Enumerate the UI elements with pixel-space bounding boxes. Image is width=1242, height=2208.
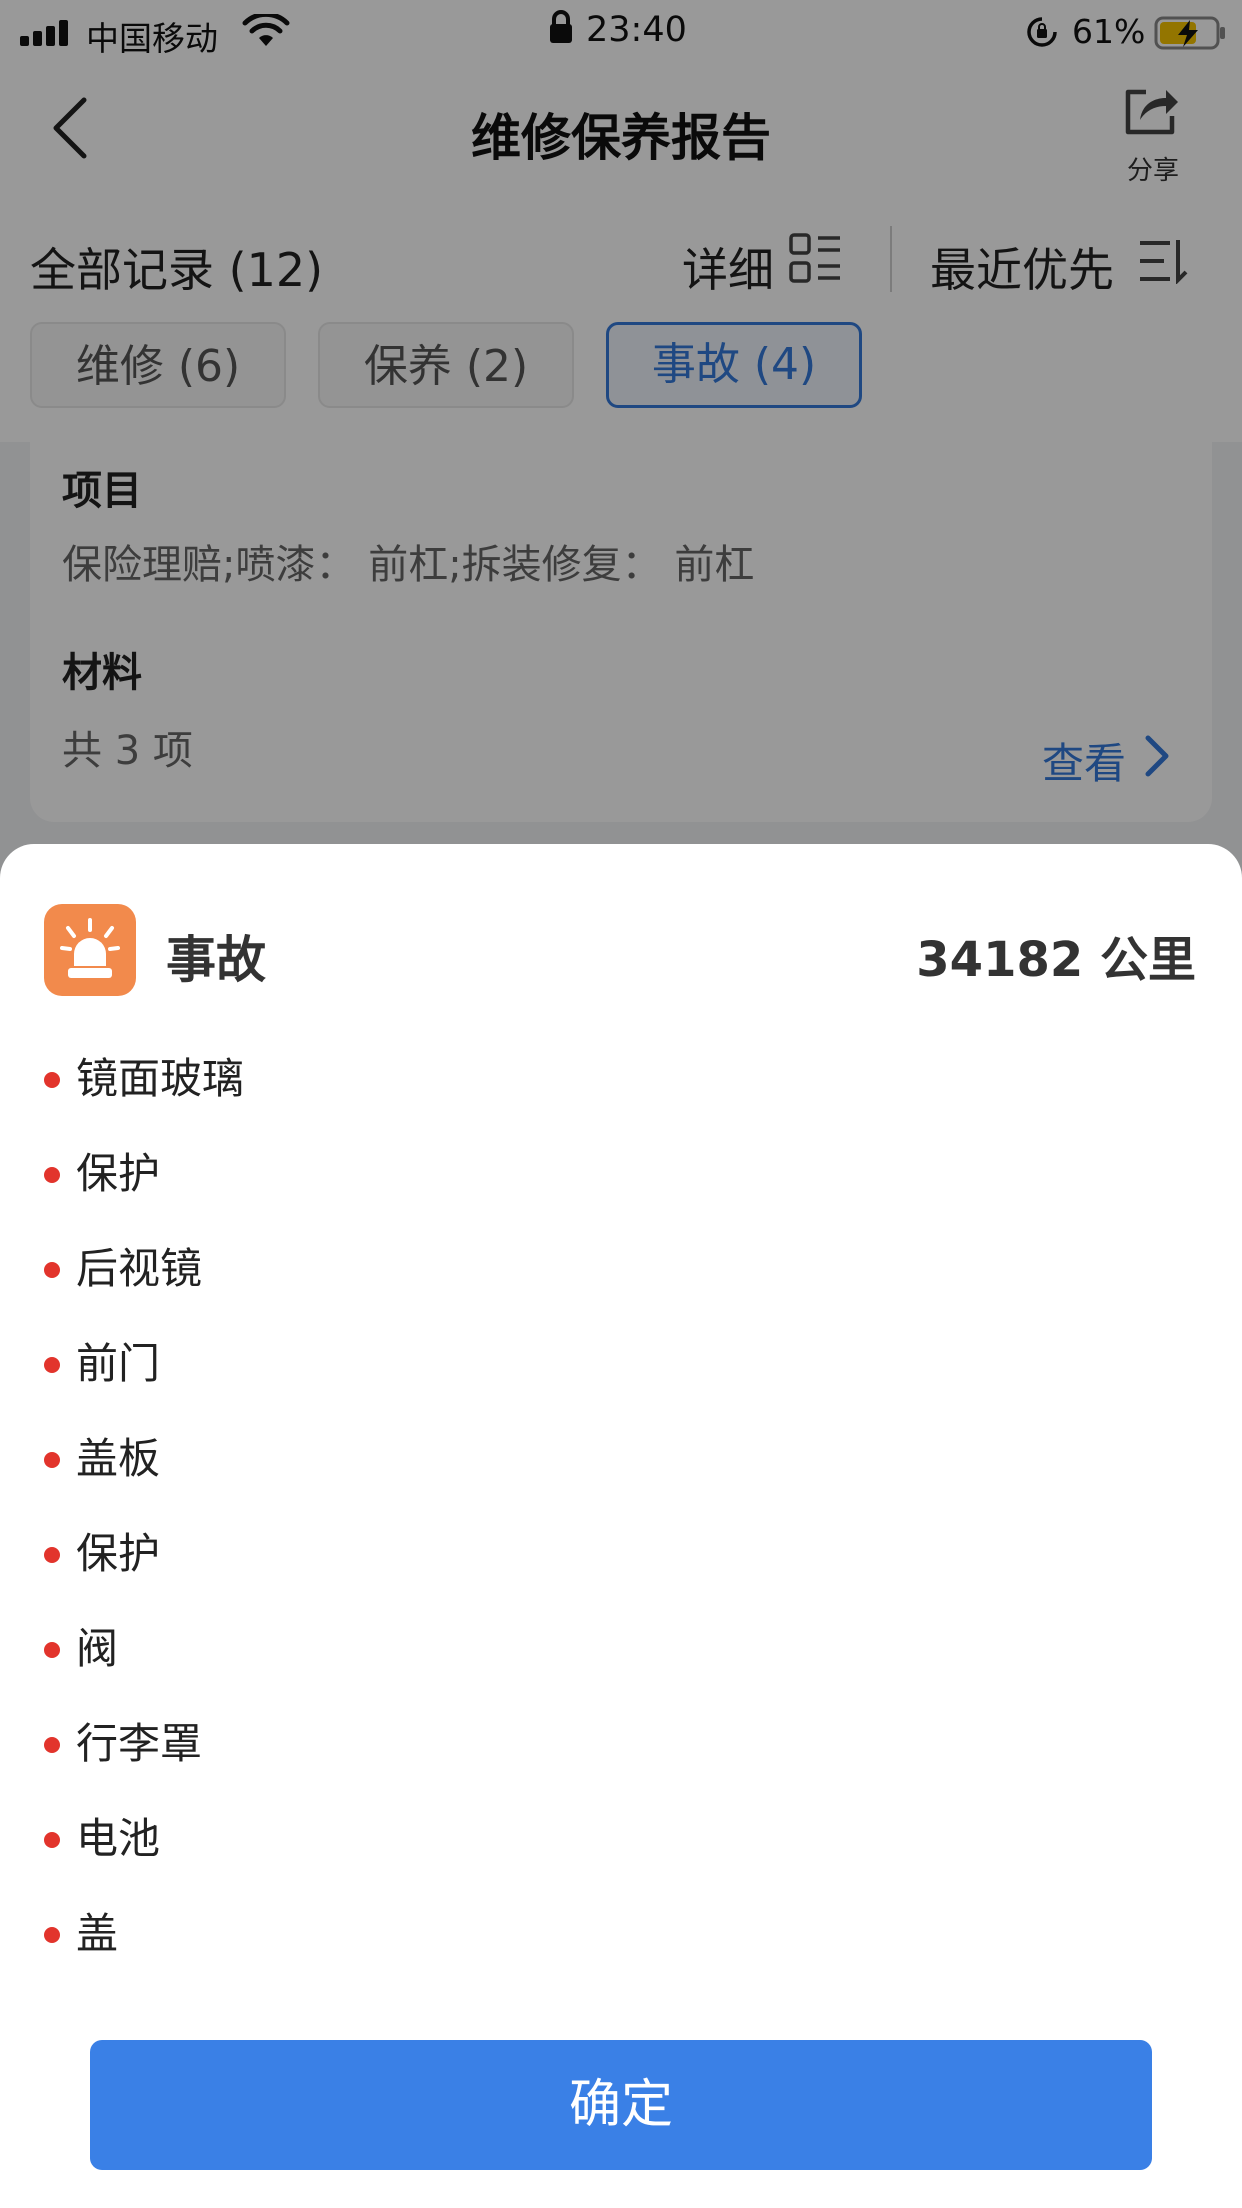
bullet-dot [44,1927,60,1943]
bullet-dot [44,1642,60,1658]
list-item: 盖 [44,1897,1194,1992]
list-item: 镜面玻璃 [44,1042,1194,1137]
list-item: 保护 [44,1137,1194,1232]
bullet-dot [44,1262,60,1278]
bullet-dot [44,1452,60,1468]
list-item: 行李罩 [44,1707,1194,1802]
bullet-dot [44,1072,60,1088]
list-item: 阀 [44,1612,1194,1707]
list-item: 后视镜 [44,1232,1194,1327]
bullet-dot [44,1832,60,1848]
list-item: 电池 [44,1802,1194,1897]
list-item: 前门 [44,1327,1194,1422]
list-item: 保护 [44,1517,1194,1612]
mileage-value: 34182 公里 [916,932,1196,988]
bullet-dot [44,1547,60,1563]
alarm-light-icon [44,904,136,996]
bullet-dot [44,1167,60,1183]
damaged-parts-list: 镜面玻璃 保护 后视镜 前门 盖板 保护 阀 行李罩 电池 盖 [44,1042,1194,1992]
list-item: 盖板 [44,1422,1194,1517]
sheet-title: 事故 [166,931,266,989]
bullet-dot [44,1357,60,1373]
bullet-dot [44,1737,60,1753]
confirm-button[interactable]: 确定 [90,2040,1152,2170]
